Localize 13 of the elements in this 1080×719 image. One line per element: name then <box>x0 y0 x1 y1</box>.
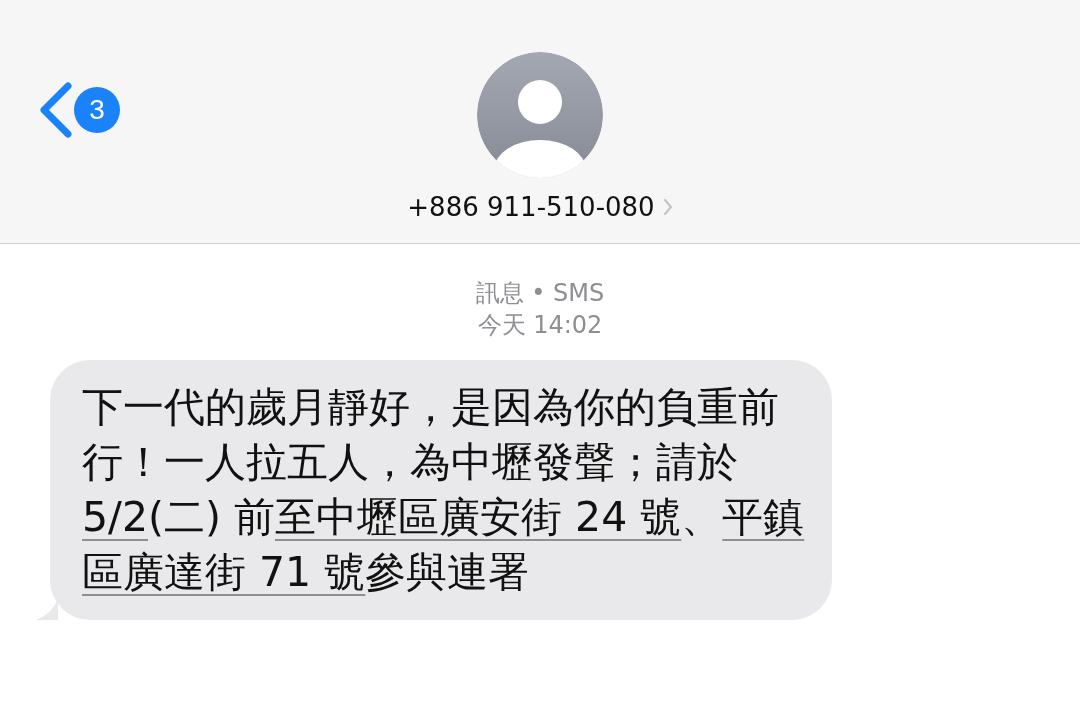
avatar-icon <box>477 52 603 178</box>
back-button[interactable]: 3 <box>38 82 120 138</box>
message-link[interactable]: 平鎮 <box>722 493 805 541</box>
message-link[interactable]: 5/2 <box>82 493 148 541</box>
unread-count: 3 <box>74 87 120 133</box>
chevron-icon <box>662 198 673 216</box>
back-icon <box>38 82 72 138</box>
message-link[interactable]: 至中壢區廣安街 24 號 <box>275 493 682 541</box>
timestamp: 今天 14:02 <box>477 310 603 340</box>
service-label: 訊息 • SMS <box>475 278 605 308</box>
message-text: 下一代的歲月靜好，是因為你的負重前 行！一人拉五人，為中壢發聲；請於 5/2(二) 前至中壢區廣安街 24 號、平鎮 區廣達街 71 號參與連署 <box>82 382 802 598</box>
contact-number[interactable]: +886 911-510-080 <box>407 192 673 222</box>
message-link[interactable]: 區廣達街 71 號 <box>82 548 366 596</box>
